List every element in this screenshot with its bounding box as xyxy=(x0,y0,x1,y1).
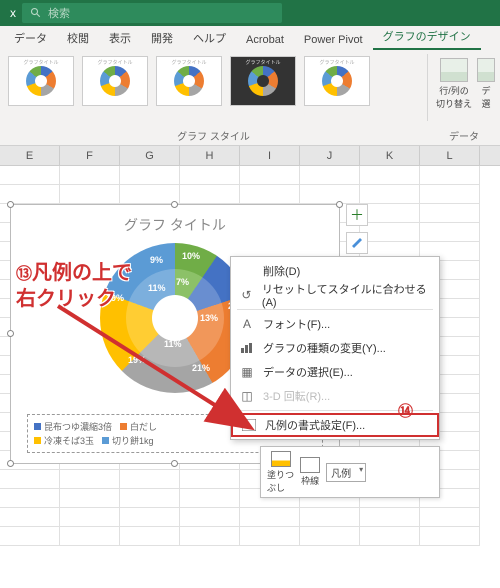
ctx-delete[interactable]: 削除(D) xyxy=(231,259,439,283)
col-hdr[interactable]: I xyxy=(240,146,300,165)
pen-icon xyxy=(300,457,320,473)
font-icon: A xyxy=(239,316,255,332)
group-label-data: データ xyxy=(428,128,500,143)
col-hdr[interactable]: K xyxy=(360,146,420,165)
ctx-font[interactable]: Aフォント(F)... xyxy=(231,312,439,336)
outline-button[interactable]: 枠線 xyxy=(300,457,320,487)
file-ext: x xyxy=(4,6,22,20)
style-thumb[interactable]: グラフタイトル xyxy=(8,56,74,106)
chart-elements-button[interactable]: ＋ xyxy=(346,204,368,226)
tab-dev[interactable]: 開発 xyxy=(141,26,183,50)
search-icon xyxy=(30,7,42,19)
ctx-reset-style[interactable]: ↺リセットしてスタイルに合わせる(A) xyxy=(231,283,439,307)
tab-review[interactable]: 校閲 xyxy=(57,26,99,50)
col-hdr[interactable]: H xyxy=(180,146,240,165)
col-hdr[interactable]: F xyxy=(60,146,120,165)
annotation-step14: ⑭ xyxy=(398,400,413,421)
group-label-styles: グラフ スタイル xyxy=(0,128,427,143)
tab-powerpivot[interactable]: Power Pivot xyxy=(294,30,373,50)
style-thumb[interactable]: グラフタイトル xyxy=(230,56,296,106)
ribbon: グラフタイトル グラフタイトル グラフタイトル グラフタイトル グラフタイトル … xyxy=(0,50,500,146)
tab-view[interactable]: 表示 xyxy=(99,26,141,50)
ribbon-tabs: データ 校閲 表示 開発 ヘルプ Acrobat Power Pivot グラフ… xyxy=(0,26,500,50)
style-thumb[interactable]: グラフタイトル xyxy=(82,56,148,106)
fill-button[interactable]: 塗りつ ぶし xyxy=(267,451,294,494)
select-icon xyxy=(477,58,495,82)
switch-icon xyxy=(440,58,468,82)
col-hdr[interactable]: E xyxy=(0,146,60,165)
annotation-step13: ⑬凡例の上で 右クリック xyxy=(16,260,132,312)
col-hdr[interactable]: G xyxy=(120,146,180,165)
worksheet[interactable]: E F G H I J K L グラフ タイトル xyxy=(0,146,500,588)
chart-icon xyxy=(239,340,255,356)
switch-row-col-button[interactable]: 行/列の 切り替え xyxy=(432,54,476,125)
ctx-change-chart-type[interactable]: グラフの種類の変更(Y)... xyxy=(231,336,439,360)
chart-styles-gallery[interactable]: グラフタイトル グラフタイトル グラフタイトル グラフタイトル グラフタイトル xyxy=(0,50,427,106)
style-thumb[interactable]: グラフタイトル xyxy=(156,56,222,106)
tab-chart-design[interactable]: グラフのデザイン xyxy=(373,24,481,50)
style-thumb[interactable]: グラフタイトル xyxy=(304,56,370,106)
col-hdr[interactable]: J xyxy=(300,146,360,165)
format-icon xyxy=(241,417,257,433)
chart-styles-button[interactable] xyxy=(346,232,368,254)
col-hdr[interactable]: L xyxy=(420,146,480,165)
reset-icon: ↺ xyxy=(239,287,254,303)
brush-icon xyxy=(350,236,364,250)
legend-dropdown[interactable]: 凡例 xyxy=(326,463,366,482)
chart-title[interactable]: グラフ タイトル xyxy=(11,205,339,239)
bucket-icon xyxy=(271,451,291,467)
ctx-select-data[interactable]: ▦データの選択(E)... xyxy=(231,360,439,384)
mini-toolbar: 塗りつ ぶし 枠線 凡例 xyxy=(260,446,440,498)
column-headers: E F G H I J K L xyxy=(0,146,500,166)
title-bar: x 検索 xyxy=(0,0,500,26)
select-data-button[interactable]: デ 選 xyxy=(476,54,496,125)
cube-icon: ◫ xyxy=(239,388,255,404)
search-box[interactable]: 検索 xyxy=(22,3,282,23)
tab-data[interactable]: データ xyxy=(4,26,57,50)
tab-help[interactable]: ヘルプ xyxy=(183,26,236,50)
tab-acrobat[interactable]: Acrobat xyxy=(236,30,294,50)
search-placeholder: 検索 xyxy=(48,5,70,21)
grid-icon: ▦ xyxy=(239,364,255,380)
